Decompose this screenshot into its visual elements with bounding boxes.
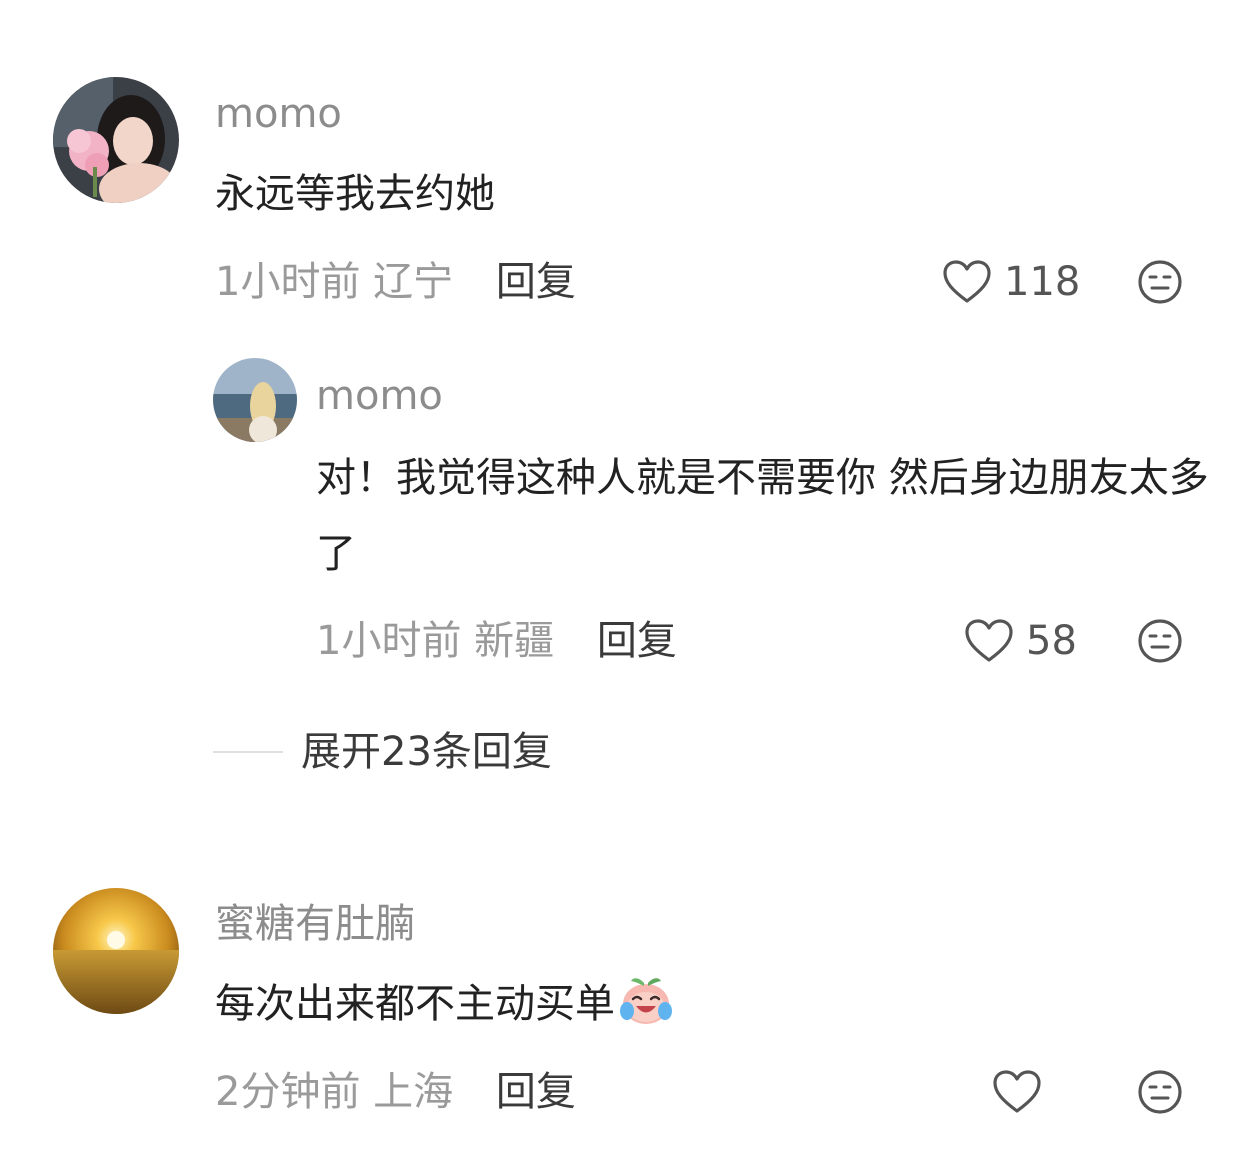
crying-laughing-peach-emoji-icon [617,973,675,1052]
comment-time: 2分钟前 [215,1069,361,1115]
comment-location: 上海 [373,1069,454,1115]
reply-text: 对！我觉得这种人就是不需要你 然后身边朋友太多了 [316,455,1209,577]
comment-username[interactable]: momo [215,90,342,138]
girl-with-flowers-avatar-icon [53,77,179,203]
like-button[interactable] [992,1069,1054,1115]
comment-meta: 2分钟前 上海 回复 [215,1068,576,1116]
meh-face-icon [1138,1070,1182,1114]
divider [213,751,283,753]
reply-location: 新疆 [474,618,555,664]
like-button[interactable]: 118 [942,258,1080,306]
reply-button[interactable]: 回复 [496,259,576,305]
like-count: 118 [1004,259,1081,305]
heart-icon [943,260,991,303]
meh-face-icon [1138,619,1182,663]
comment-time: 1小时前 [215,259,361,305]
avatar[interactable] [53,888,179,1014]
expand-replies-label: 展开23条回复 [301,729,552,775]
like-button[interactable]: 58 [964,617,1077,665]
dislike-button[interactable] [1137,1069,1183,1119]
like-count: 58 [1026,618,1077,664]
comment-text: 永远等我去约她 [215,171,495,217]
avatar[interactable] [53,77,179,203]
heart-icon [965,619,1013,662]
reply-button[interactable]: 回复 [597,618,677,664]
reply-time: 1小时前 [316,618,462,664]
girl-at-sea-avatar-icon [213,358,297,442]
comment-text-content: 每次出来都不主动买单 [215,981,615,1027]
reply-meta: 1小时前 新疆 回复 [316,617,677,665]
reply-username[interactable]: momo [316,372,443,420]
expand-replies-button[interactable]: 展开23条回复 [213,726,552,778]
avatar[interactable] [213,358,297,442]
comment-username[interactable]: 蜜糖有肚腩 [215,900,415,948]
reply-button[interactable]: 回复 [496,1069,576,1115]
dislike-button[interactable] [1137,259,1183,309]
comment-location: 辽宁 [373,259,454,305]
sunset-field-avatar-icon [53,888,179,1014]
comment-meta: 1小时前 辽宁 回复 [215,258,576,306]
meh-face-icon [1138,260,1182,304]
comment-text: 每次出来都不主动买单 [215,966,1175,1052]
heart-icon [993,1070,1041,1113]
dislike-button[interactable] [1137,618,1183,668]
